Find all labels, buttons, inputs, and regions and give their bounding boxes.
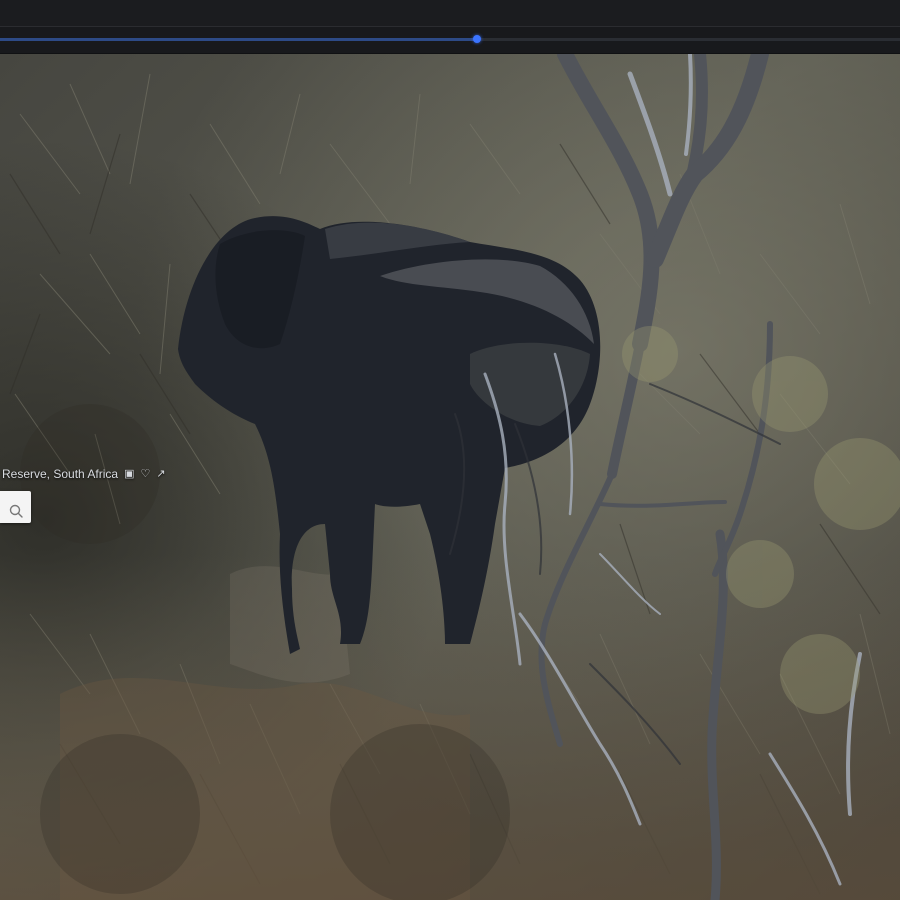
search-button[interactable] <box>0 491 31 523</box>
screen-icon[interactable]: ▣ <box>124 468 134 480</box>
scrubber-thumb[interactable] <box>473 35 481 43</box>
location-text: Reserve, South Africa <box>2 467 119 481</box>
share-icon[interactable]: ↗ <box>156 468 165 480</box>
location-caption: Reserve, South Africa ▣ ♡ ↗ <box>0 466 166 482</box>
video-player-window: Reserve, South Africa ▣ ♡ ↗ <box>0 0 900 900</box>
heart-icon[interactable]: ♡ <box>140 468 150 480</box>
search-icon <box>9 504 23 518</box>
top-toolbar <box>0 0 900 26</box>
video-scrubber[interactable] <box>0 26 900 54</box>
scrubber-progress <box>0 38 477 41</box>
video-viewport[interactable]: Reserve, South Africa ▣ ♡ ↗ <box>0 54 900 900</box>
